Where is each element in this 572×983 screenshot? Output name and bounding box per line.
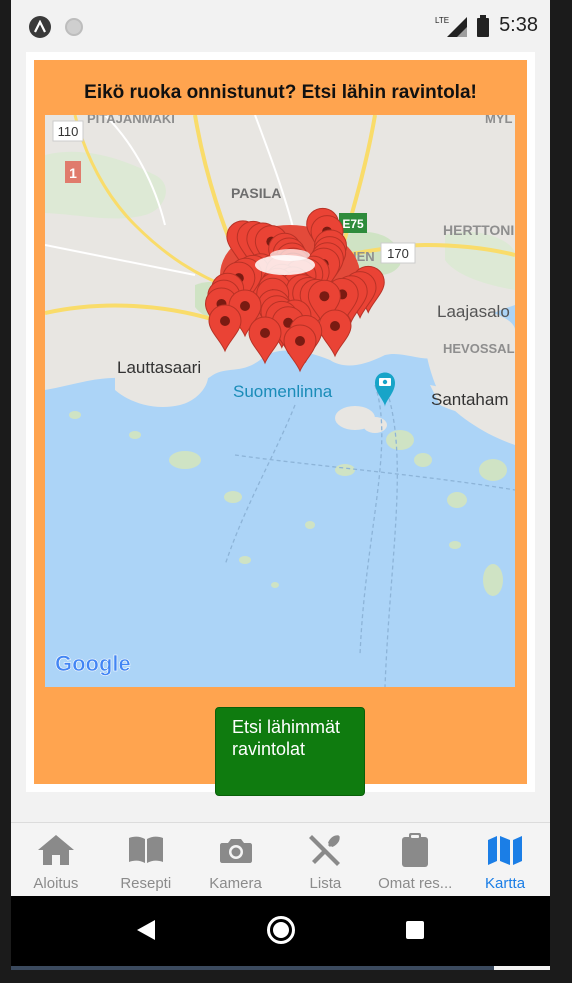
tab-omat-reseptit[interactable]: Omat res... (370, 823, 460, 896)
book-icon (128, 836, 163, 863)
label-santahamina: Santaham (431, 390, 509, 409)
marker-dot (260, 328, 270, 338)
map-canvas[interactable]: 110 1 E75 170 PITAJANMAKI MYL PASILA HER… (45, 115, 515, 687)
marker-dot (240, 301, 250, 311)
utensils-icon (309, 835, 341, 866)
tab-label: Aloitus (33, 875, 79, 892)
road-1-label: 1 (69, 165, 77, 181)
react-native-icon (29, 16, 51, 38)
clipboard-icon (402, 833, 429, 867)
road-e75-label: E75 (342, 217, 364, 231)
status-bar: LTE 5:38 (11, 0, 550, 52)
lte-signal-icon: LTE (435, 16, 468, 37)
map-icon (488, 836, 523, 865)
home-button-icon[interactable] (267, 916, 295, 944)
clock: 5:38 (499, 14, 538, 36)
label-pasila: PASILA (231, 185, 281, 201)
tab-kartta[interactable]: Kartta (460, 823, 550, 896)
bottom-tab-bar: Aloitus Resepti Kamera Lista Omat res...… (11, 822, 550, 896)
label-hevossalmi: HEVOSSAL (443, 341, 515, 356)
notification-dot-icon (65, 18, 83, 36)
progress-line (11, 966, 494, 970)
tab-label: Resepti (120, 875, 172, 892)
home-icon (37, 835, 74, 865)
tab-label: Kamera (209, 875, 262, 892)
tab-resepti[interactable]: Resepti (101, 823, 191, 896)
battery-icon (477, 14, 490, 37)
back-icon[interactable] (137, 920, 155, 940)
network-label: LTE (435, 16, 449, 25)
main-content: Eikö ruoka onnistunut? Etsi lähin ravint… (26, 52, 535, 796)
tab-label: Omat res... (378, 875, 453, 892)
phone-screen: LTE 5:38 Eikö ruoka onnistunut? Etsi läh… (11, 0, 550, 970)
road-170-label: 170 (387, 246, 409, 261)
restaurant-map[interactable]: 110 1 E75 170 PITAJANMAKI MYL PASILA HER… (45, 115, 515, 687)
marker-dot (295, 336, 305, 346)
road-110-label: 110 (58, 124, 79, 139)
tab-label: Lista (309, 875, 342, 892)
marker-dot (220, 316, 230, 326)
google-logo: Google (55, 651, 131, 676)
marker-dot (330, 321, 340, 331)
marker-dot (319, 291, 330, 302)
tab-label: Kartta (485, 875, 526, 892)
recent-apps-icon[interactable] (406, 921, 424, 939)
find-nearest-restaurants-button[interactable]: Etsi lähimmät ravintolat (215, 707, 365, 796)
tab-lista[interactable]: Lista (280, 823, 370, 896)
restaurant-marker-icon[interactable] (283, 324, 317, 373)
tab-kamera[interactable]: Kamera (191, 823, 281, 896)
card-title: Eikö ruoka onnistunut? Etsi lähin ravint… (84, 82, 477, 103)
label-suomenlinna: Suomenlinna (233, 382, 333, 401)
label-myl: MYL (485, 115, 513, 126)
label-herttoniemi: HERTTONIEMI (443, 222, 515, 238)
tab-aloitus[interactable]: Aloitus (11, 823, 101, 896)
camera-icon (219, 839, 252, 863)
label-lauttasaari: Lauttasaari (117, 358, 201, 377)
android-nav-bar (11, 896, 550, 966)
label-pitajanmaki: PITAJANMAKI (87, 115, 175, 126)
restaurant-card: Eikö ruoka onnistunut? Etsi lähin ravint… (34, 60, 527, 796)
camera-poi-icon[interactable] (375, 372, 395, 408)
label-laajasalo: Laajasalo (437, 302, 510, 321)
